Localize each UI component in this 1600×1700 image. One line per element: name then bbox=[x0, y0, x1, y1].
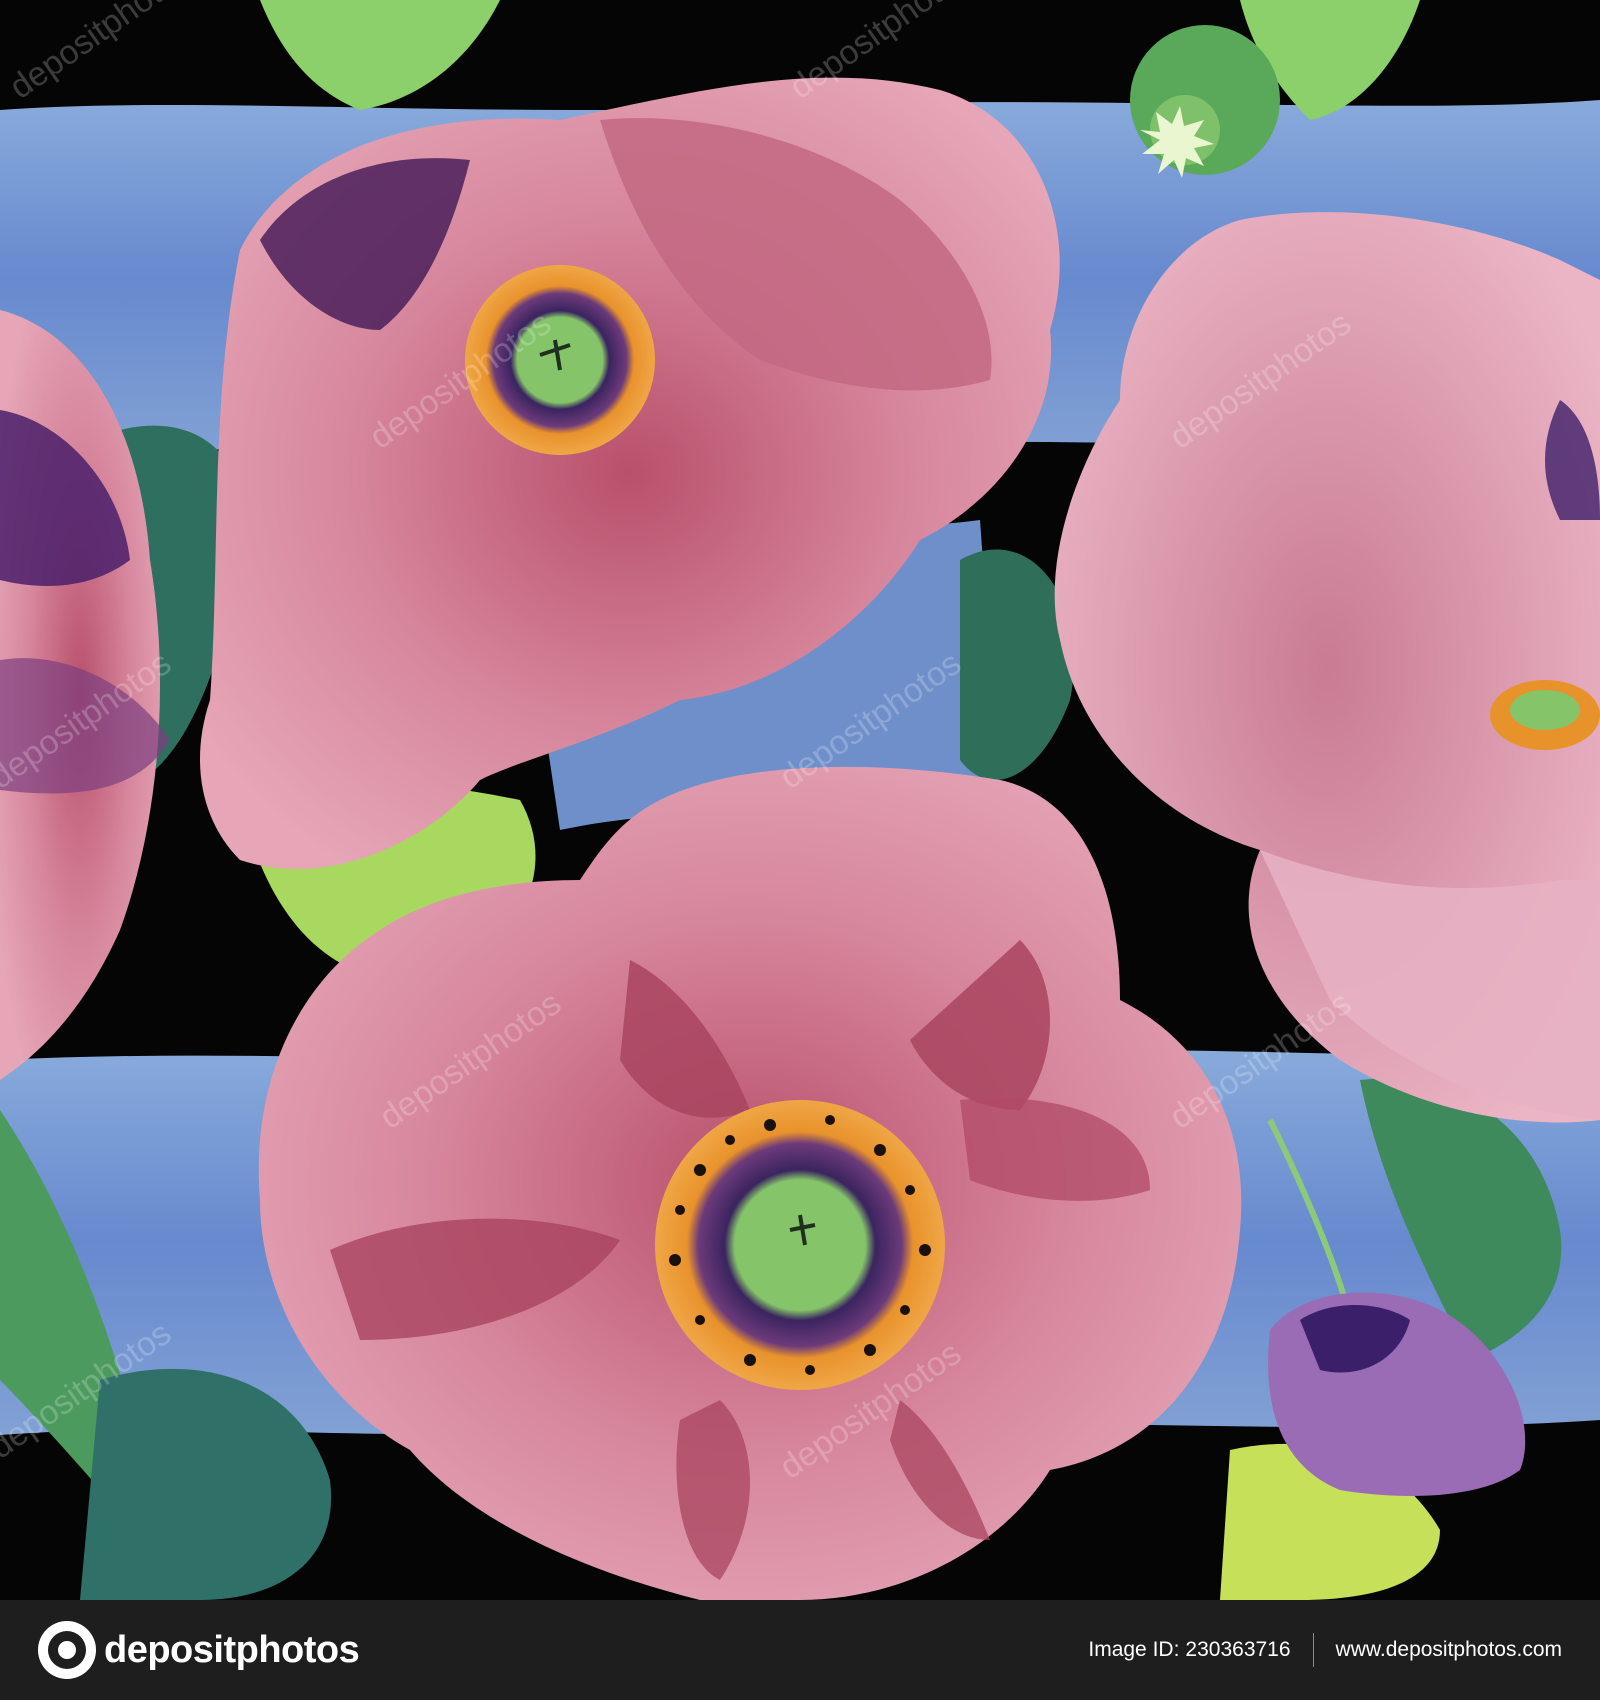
website-link[interactable]: www.depositphotos.com bbox=[1336, 1638, 1562, 1662]
leaf-top-green bbox=[260, 0, 500, 110]
stock-footer-bar: depositphotos Image ID: 230363716 www.de… bbox=[0, 1600, 1600, 1700]
watercolor-poppy-pattern: depositphotos depositphotos depositphoto… bbox=[0, 0, 1600, 1600]
image-meta: Image ID: 230363716 www.depositphotos.co… bbox=[1088, 1600, 1562, 1700]
watermark-text: depositphotos bbox=[3, 0, 198, 107]
image-id-label: Image ID: bbox=[1088, 1638, 1180, 1661]
depositphotos-logo: depositphotos bbox=[38, 1620, 360, 1680]
footer-divider bbox=[1312, 1633, 1314, 1667]
depositphotos-logo-icon bbox=[38, 1621, 96, 1679]
logo-text: depositphotos bbox=[104, 1628, 360, 1671]
artwork-canvas: depositphotos depositphotos depositphoto… bbox=[0, 0, 1600, 1600]
poppy-center bbox=[655, 1100, 945, 1390]
image-id-value: 230363716 bbox=[1185, 1638, 1291, 1661]
